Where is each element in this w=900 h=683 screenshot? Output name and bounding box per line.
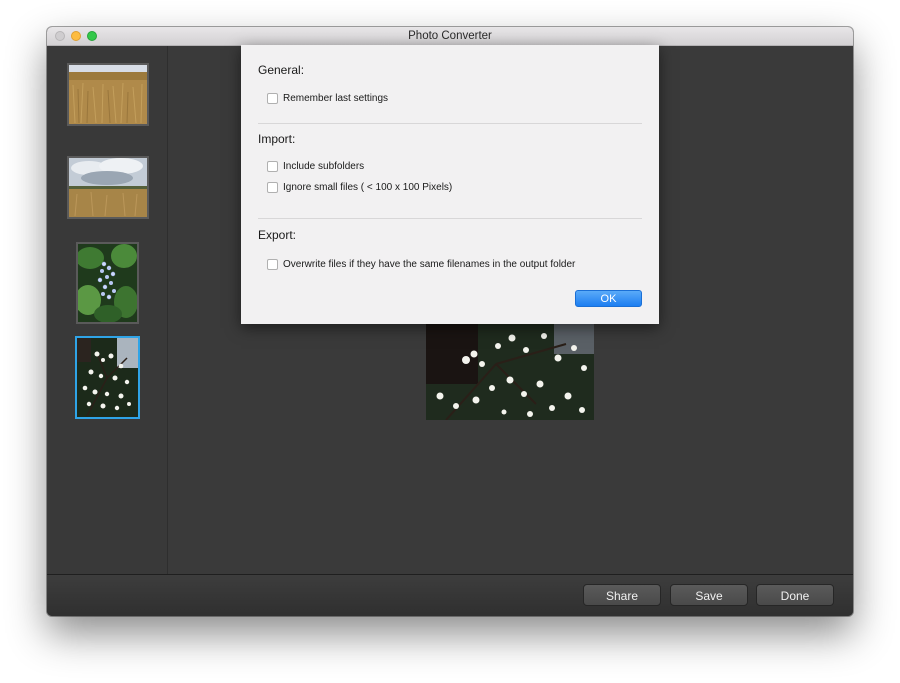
app-window: Photo Converter Share Save Done General:… [47,27,853,616]
include-subfolders-label: Include subfolders [283,160,365,172]
thumbnail-white-blossoms[interactable] [75,336,140,419]
preferences-sheet: General: Remember last settings Import: … [241,45,659,324]
preview-blossoms-image [426,324,594,420]
thumbnail-sidebar [47,46,168,575]
white-blossoms-image [77,338,138,417]
save-button[interactable]: Save [670,584,748,606]
ignore-small-files-label: Ignore small files ( < 100 x 100 Pixels) [283,181,453,193]
ignore-small-files-option[interactable]: Ignore small files ( < 100 x 100 Pixels) [267,180,452,194]
include-subfolders-checkbox[interactable] [267,160,278,172]
overwrite-files-checkbox[interactable] [267,258,278,270]
share-button[interactable]: Share [583,584,661,606]
section-divider [258,123,642,124]
remember-settings-label: Remember last settings [283,92,389,104]
remember-settings-checkbox[interactable] [267,92,278,104]
import-section-title: Import: [258,132,296,146]
general-section-title: General: [258,63,305,77]
overwrite-files-option[interactable]: Overwrite files if they have the same fi… [267,257,575,271]
blue-flowers-image [78,244,137,322]
ok-button[interactable]: OK [575,290,642,307]
wheat-field-image [69,65,147,124]
remember-settings-option[interactable]: Remember last settings [267,91,388,105]
thumbnail-field-cloudy-sky[interactable] [67,156,149,219]
thumbnail-wheat-field[interactable] [67,63,149,126]
window-title: Photo Converter [408,30,492,42]
done-button[interactable]: Done [756,584,834,606]
overwrite-files-label: Overwrite files if they have the same fi… [283,258,576,270]
thumbnail-blue-flowers[interactable] [76,242,139,324]
include-subfolders-option[interactable]: Include subfolders [267,159,364,173]
section-divider [258,218,642,219]
ignore-small-files-checkbox[interactable] [267,181,278,193]
field-cloudy-sky-image [69,158,147,217]
title-bar[interactable]: Photo Converter [47,27,853,46]
bottom-toolbar: Share Save Done [47,574,853,616]
photo-preview [426,324,594,420]
export-section-title: Export: [258,228,297,242]
